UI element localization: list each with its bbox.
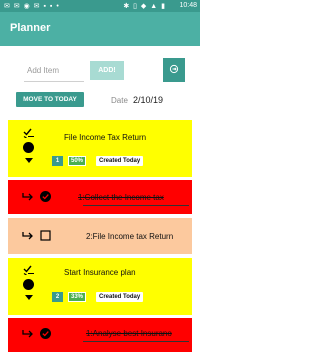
system-icons: ✱ ▯ ◆ ▲ ▮	[123, 3, 166, 10]
app-bar: Planner	[0, 12, 200, 46]
progress-badge: 50%	[68, 156, 87, 166]
app-title: Planner	[10, 22, 51, 34]
add-button[interactable]: ADD!	[90, 61, 124, 80]
task-number-badge: 2	[52, 292, 63, 302]
task-card[interactable]: + File Income Tax Return 1 50% Created T…	[8, 120, 192, 177]
subdirectory-arrow-icon	[22, 330, 34, 339]
task-title: File Income Tax Return	[64, 133, 147, 142]
check-circle-icon[interactable]	[40, 191, 51, 202]
logout-icon	[169, 64, 179, 76]
subtask-text[interactable]: 2:File Income tax Return	[86, 232, 173, 241]
add-item-input[interactable]	[24, 60, 84, 82]
chevron-down-icon[interactable]	[25, 158, 33, 164]
add-subtask-icon[interactable]: +	[23, 142, 34, 153]
subtask-underline	[83, 341, 189, 342]
checklist-icon[interactable]	[23, 127, 35, 138]
move-to-today-button[interactable]: MOVE TO TODAY	[16, 92, 84, 107]
date-value[interactable]: 2/10/19	[133, 95, 163, 105]
clock: 10:48	[179, 2, 197, 9]
subtask-text[interactable]: 1:Collect the Income tax	[78, 193, 164, 202]
check-circle-icon[interactable]	[40, 328, 51, 339]
task-number-badge: 1	[52, 156, 63, 166]
created-badge: Created Today	[96, 156, 144, 166]
subtask-row[interactable]: 1:Analyse best Insurano	[8, 318, 192, 352]
add-subtask-icon[interactable]: +	[23, 279, 34, 290]
checklist-icon[interactable]	[23, 264, 35, 275]
task-card[interactable]: + Start Insurance plan 2 33% Created Tod…	[8, 258, 192, 315]
task-title: Start Insurance plan	[64, 268, 136, 277]
subdirectory-arrow-icon	[22, 193, 34, 202]
chevron-down-icon[interactable]	[25, 295, 33, 301]
subdirectory-arrow-icon	[22, 232, 34, 241]
notification-icons: ✉ ✉ ◉ ✉ ▪ ▪ •	[4, 3, 60, 10]
subtask-row[interactable]: 1:Collect the Income tax	[8, 180, 192, 214]
date-label: Date	[111, 96, 128, 105]
progress-badge: 33%	[68, 292, 87, 302]
subtask-text[interactable]: 1:Analyse best Insurano	[86, 329, 186, 338]
subtask-underline	[83, 205, 189, 206]
exit-button[interactable]	[163, 58, 185, 82]
status-bar: ✉ ✉ ◉ ✉ ▪ ▪ • ✱ ▯ ◆ ▲ ▮ 10:48	[0, 0, 200, 12]
subtask-row[interactable]: 2:File Income tax Return	[8, 218, 192, 254]
created-badge: Created Today	[96, 292, 144, 302]
check-box-outline-icon[interactable]	[40, 230, 51, 241]
